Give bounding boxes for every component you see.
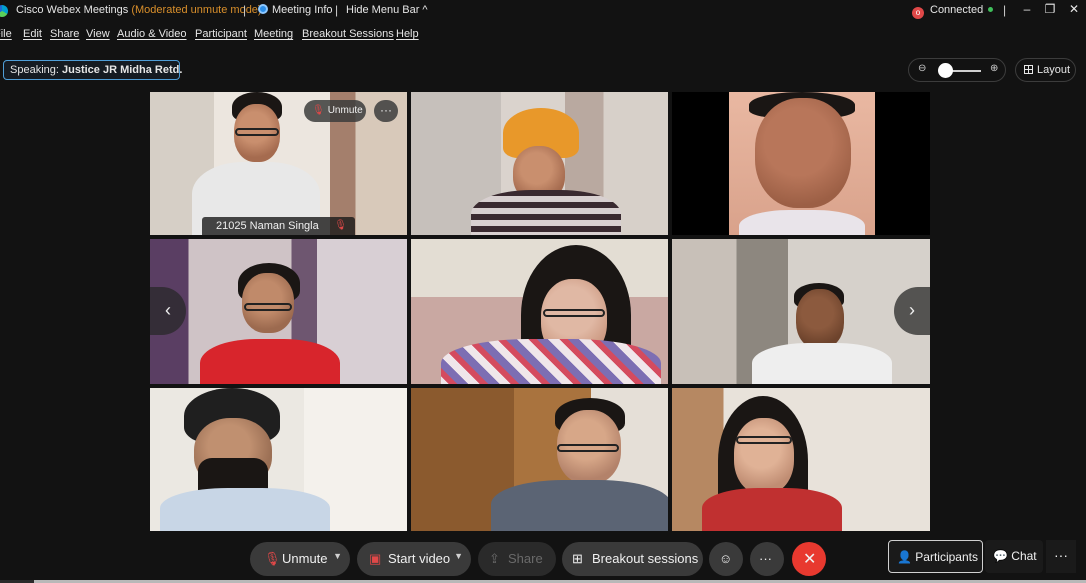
tile-more-options-button[interactable]: ··· (374, 100, 398, 122)
video-tile[interactable] (150, 388, 407, 531)
connection-status-label: Connected (930, 4, 984, 16)
layout-button[interactable]: Layout (1015, 58, 1076, 82)
app-name: Cisco Webex Meetings (16, 4, 129, 16)
video-tile[interactable] (672, 92, 930, 235)
unmute-label: Unmute (282, 551, 328, 566)
participants-label: Participants (915, 550, 978, 564)
close-icon: ✕ (803, 551, 817, 568)
speaking-prefix: Speaking: (10, 64, 59, 76)
connection-status[interactable]: o Connected (912, 4, 994, 19)
participants-icon: 👤 (897, 550, 916, 564)
participant-name-label: 21025 Naman Singla 🎙 (202, 217, 355, 235)
restore-button[interactable]: ❐ (1040, 2, 1060, 16)
menu-help[interactable]: Help (396, 28, 419, 40)
zoom-in-icon[interactable]: ⊕ (990, 63, 998, 74)
zoom-knob[interactable] (937, 63, 953, 78)
participant-shirt (200, 339, 340, 384)
chat-button[interactable]: 💬 Chat (985, 540, 1043, 573)
more-icon: ··· (759, 551, 772, 566)
microphone-muted-icon: 🎙 (264, 551, 281, 566)
layout-label: Layout (1037, 64, 1071, 76)
meeting-info-button[interactable]: Meeting Info (258, 4, 333, 16)
participant-shirt (491, 480, 668, 531)
separator: | (1003, 3, 1007, 17)
menu-meeting[interactable]: Meeting (254, 28, 293, 40)
more-options-button[interactable]: ··· (750, 542, 784, 576)
breakout-sessions-button[interactable]: ⊞ Breakout sessions (562, 542, 703, 576)
zoom-slider[interactable]: ⊖ ⊕ (908, 58, 1006, 82)
video-tile[interactable] (411, 92, 668, 235)
glasses-icon (543, 309, 605, 317)
participants-button[interactable]: 👤 Participants (888, 540, 983, 573)
video-tile[interactable] (150, 92, 407, 235)
menu-view[interactable]: View (86, 28, 110, 40)
connected-dot-icon (988, 7, 994, 12)
active-speaker-indicator: Speaking: Justice JR Midha Retd. (3, 60, 183, 80)
smiley-icon: ☺ (719, 551, 733, 566)
app-title: Cisco Webex Meetings (Moderated unmute m… (16, 4, 262, 16)
layout-grid-icon (1024, 65, 1033, 74)
video-tile[interactable] (411, 388, 668, 531)
chat-bubble-icon: 💬 (993, 549, 1012, 563)
glasses-icon (736, 436, 792, 444)
reactions-button[interactable]: ☺ (709, 542, 743, 576)
chevron-down-icon[interactable]: ▼ (454, 551, 463, 561)
speaker-name: Justice JR Midha Retd. (62, 64, 183, 76)
video-tile[interactable] (672, 239, 930, 384)
title-bar: Cisco Webex Meetings (Moderated unmute m… (0, 0, 1086, 22)
glasses-icon (244, 303, 292, 311)
separator: | (243, 3, 247, 17)
microphone-muted-icon: 🎙 (334, 220, 347, 231)
menu-share[interactable]: Share (50, 28, 79, 40)
menu-audio-video[interactable]: Audio & Video (117, 28, 187, 40)
microphone-muted-icon: 🎙 (312, 105, 325, 116)
video-frame (729, 92, 875, 235)
glasses-icon (557, 444, 619, 452)
participant-shirt (702, 488, 842, 531)
tile-unmute-label: Unmute (327, 105, 363, 116)
participant-shirt (471, 190, 621, 235)
info-icon (258, 4, 268, 14)
participant-name: 21025 Naman Singla (216, 220, 319, 232)
video-off-icon: ▣ (369, 551, 382, 566)
video-tile[interactable] (672, 388, 930, 531)
participant-shirt (739, 210, 865, 235)
participant-shirt (752, 343, 892, 384)
chat-label: Chat (1011, 549, 1037, 563)
separator: | (335, 3, 339, 17)
tile-unmute-button[interactable]: 🎙 Unmute (304, 100, 366, 122)
webex-logo-icon (0, 5, 8, 17)
start-video-label: Start video (388, 551, 451, 566)
menu-file[interactable]: File (0, 28, 12, 40)
chevron-down-icon[interactable]: ▼ (333, 551, 342, 561)
participant-face (755, 98, 851, 208)
panel-more-button[interactable]: ··· (1046, 540, 1076, 573)
participant-shirt (160, 488, 330, 531)
breakout-sessions-label: Breakout sessions (592, 551, 699, 566)
hide-menu-bar-button[interactable]: Hide Menu Bar ^ (346, 4, 428, 16)
close-window-button[interactable]: ✕ (1064, 2, 1084, 16)
leave-meeting-button[interactable]: ✕ (792, 542, 826, 576)
participant-shirt (441, 339, 661, 384)
share-icon: ⇪ (489, 551, 500, 566)
start-video-button[interactable]: ▣ Start video ▼ (357, 542, 471, 576)
connection-badge-icon: o (912, 7, 924, 19)
minimize-button[interactable]: – (1017, 2, 1037, 16)
video-tile[interactable] (150, 239, 407, 384)
breakout-grid-icon: ⊞ (572, 551, 583, 566)
zoom-out-icon[interactable]: ⊖ (918, 63, 926, 74)
video-tile[interactable] (411, 239, 668, 384)
participant-face (796, 289, 844, 349)
menu-breakout-sessions[interactable]: Breakout Sessions (302, 28, 394, 40)
menu-edit[interactable]: Edit (23, 28, 42, 40)
glasses-icon (235, 128, 279, 136)
share-label: Share (508, 551, 543, 566)
share-button[interactable]: ⇪ Share (478, 542, 556, 576)
meeting-info-label: Meeting Info (272, 4, 333, 16)
unmute-button[interactable]: 🎙 Unmute ▼ (250, 542, 350, 576)
menu-participant[interactable]: Participant (195, 28, 247, 40)
participant-face (734, 418, 794, 494)
